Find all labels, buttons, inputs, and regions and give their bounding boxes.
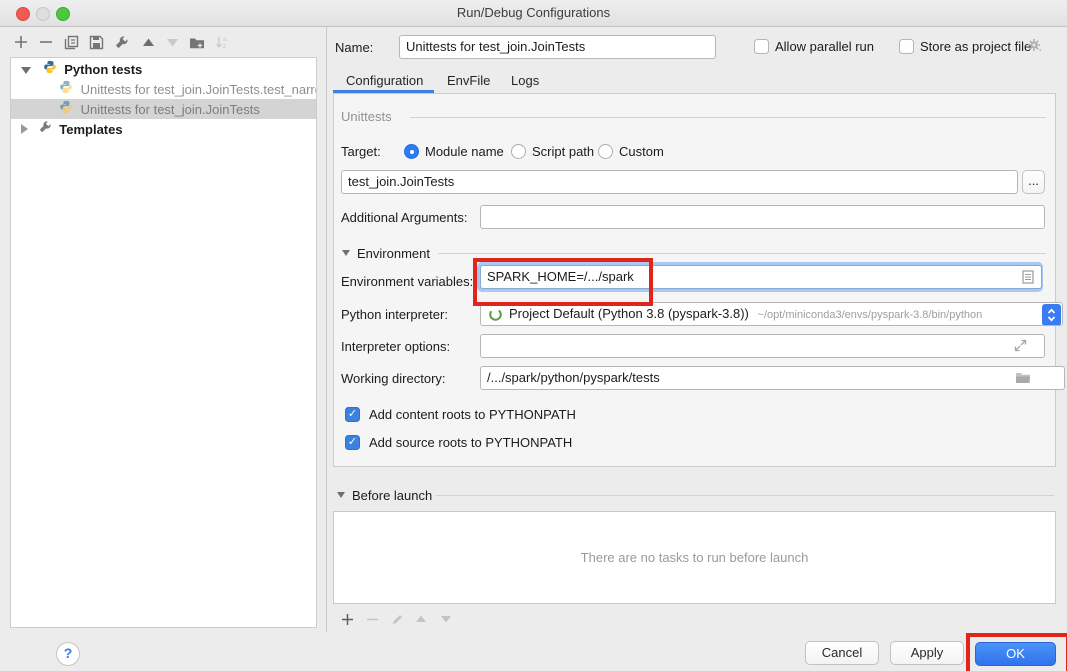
browse-button[interactable]: ...: [1022, 170, 1045, 194]
collapsed-arrow-icon[interactable]: [21, 120, 28, 139]
target-custom-label[interactable]: Custom: [619, 144, 664, 160]
before-launch-remove-icon: [364, 611, 380, 627]
add-content-roots-checkbox[interactable]: [345, 407, 360, 422]
conda-environment-icon: [488, 307, 503, 326]
remove-configuration-icon[interactable]: [37, 33, 55, 51]
window-title: Run/Debug Configurations: [0, 5, 1067, 20]
python-interpreter-path: ~/opt/miniconda3/envs/pyspark-3.8/bin/py…: [758, 309, 983, 321]
env-vars-list-icon[interactable]: [1022, 270, 1034, 287]
copy-configuration-icon[interactable]: [62, 33, 80, 51]
name-label: Name:: [335, 40, 373, 56]
python-interpreter-value: Project Default (Python 3.8 (pyspark-3.8…: [509, 306, 749, 321]
target-custom-radio[interactable]: [598, 144, 613, 159]
save-configuration-icon[interactable]: [87, 33, 105, 51]
environment-section-title[interactable]: Environment: [357, 246, 430, 262]
allow-parallel-run-label[interactable]: Allow parallel run: [775, 39, 874, 55]
new-folder-icon[interactable]: [188, 33, 206, 51]
store-as-project-file-checkbox[interactable]: [899, 39, 914, 54]
before-launch-section-arrow-icon[interactable]: [337, 492, 345, 498]
add-content-roots-label[interactable]: Add content roots to PYTHONPATH: [369, 407, 576, 423]
ok-button[interactable]: OK: [975, 642, 1056, 666]
target-script-path-label[interactable]: Script path: [532, 144, 594, 160]
before-launch-move-down-icon: [438, 611, 454, 627]
before-launch-add-icon[interactable]: [339, 611, 355, 627]
python-test-icon: [59, 80, 73, 99]
interpreter-options-label: Interpreter options:: [341, 339, 450, 355]
python-test-icon: [59, 100, 73, 119]
name-input[interactable]: Unittests for test_join.JoinTests: [399, 35, 716, 59]
edit-templates-icon[interactable]: [112, 33, 130, 51]
dropdown-stepper-icon[interactable]: [1042, 304, 1061, 326]
target-module-name-label[interactable]: Module name: [425, 144, 504, 160]
tree-item-label: Python tests: [64, 60, 142, 79]
tree-item-unittests-jointests-selected[interactable]: Unittests for test_join.JoinTests: [11, 99, 316, 119]
apply-button[interactable]: Apply: [890, 641, 964, 665]
sort-alphabetically-icon: az: [213, 33, 231, 51]
panel-divider: [326, 26, 327, 632]
cancel-button[interactable]: Cancel: [805, 641, 879, 665]
before-launch-separator: [436, 495, 1054, 496]
tree-item-unittests-test-narrow[interactable]: Unittests for test_join.JoinTests.test_n…: [11, 79, 316, 99]
before-launch-edit-icon: [389, 611, 405, 627]
expand-field-icon[interactable]: [1014, 339, 1027, 355]
store-as-project-file-label[interactable]: Store as project file: [920, 39, 1031, 55]
add-source-roots-checkbox[interactable]: [345, 435, 360, 450]
working-directory-label: Working directory:: [341, 371, 446, 387]
target-label: Target:: [341, 144, 381, 160]
move-down-icon: [163, 33, 181, 51]
expanded-arrow-icon[interactable]: [21, 60, 31, 79]
tab-configuration[interactable]: Configuration: [346, 70, 423, 91]
svg-text:z: z: [223, 44, 226, 50]
move-up-icon[interactable]: [139, 33, 157, 51]
add-configuration-icon[interactable]: [12, 33, 30, 51]
environment-variables-label: Environment variables:: [341, 274, 473, 290]
svg-text:a: a: [223, 37, 227, 43]
configurations-tree: Python tests Unittests for test_join.Joi…: [10, 57, 317, 628]
folder-icon[interactable]: [1015, 371, 1031, 387]
target-module-name-radio[interactable]: [404, 144, 419, 159]
tab-envfile[interactable]: EnvFile: [447, 70, 490, 91]
target-input[interactable]: test_join.JoinTests: [341, 170, 1018, 194]
before-launch-section-title[interactable]: Before launch: [352, 488, 432, 504]
python-interpreter-label: Python interpreter:: [341, 307, 448, 323]
tree-item-templates[interactable]: Templates: [11, 119, 316, 139]
add-source-roots-label[interactable]: Add source roots to PYTHONPATH: [369, 435, 572, 451]
additional-arguments-label: Additional Arguments:: [341, 210, 467, 226]
environment-variables-input[interactable]: SPARK_HOME=/.../spark: [480, 265, 1042, 289]
run-debug-configurations-dialog: Run/Debug Configurations az Python tests: [0, 0, 1067, 671]
environment-variables-focus-ring: SPARK_HOME=/.../spark: [477, 262, 1043, 292]
allow-parallel-run-checkbox[interactable]: [754, 39, 769, 54]
tree-item-label: Unittests for test_join.JoinTests: [81, 100, 260, 119]
gear-icon[interactable]: [1026, 37, 1043, 57]
title-bar: Run/Debug Configurations: [0, 0, 1067, 27]
additional-arguments-input[interactable]: [480, 205, 1045, 229]
before-launch-move-up-icon: [413, 611, 429, 627]
tree-item-label: Unittests for test_join.JoinTests.test_n…: [81, 80, 316, 99]
wrench-icon: [38, 120, 52, 139]
environment-section-arrow-icon[interactable]: [342, 250, 350, 256]
python-icon: [43, 60, 57, 79]
python-interpreter-select[interactable]: Project Default (Python 3.8 (pyspark-3.8…: [480, 302, 1063, 326]
before-launch-task-list: There are no tasks to run before launch: [333, 511, 1056, 604]
tab-logs[interactable]: Logs: [511, 70, 539, 91]
environment-separator: [438, 253, 1046, 254]
group-separator: [410, 117, 1046, 118]
interpreter-options-input[interactable]: [480, 334, 1045, 358]
help-button[interactable]: ?: [56, 642, 80, 666]
unittests-group-title: Unittests: [341, 109, 398, 125]
before-launch-empty-text: There are no tasks to run before launch: [581, 550, 809, 565]
tree-item-python-tests[interactable]: Python tests: [11, 59, 316, 79]
tree-item-label: Templates: [59, 120, 122, 139]
working-directory-input[interactable]: /.../spark/python/pyspark/tests: [480, 366, 1065, 390]
target-script-path-radio[interactable]: [511, 144, 526, 159]
